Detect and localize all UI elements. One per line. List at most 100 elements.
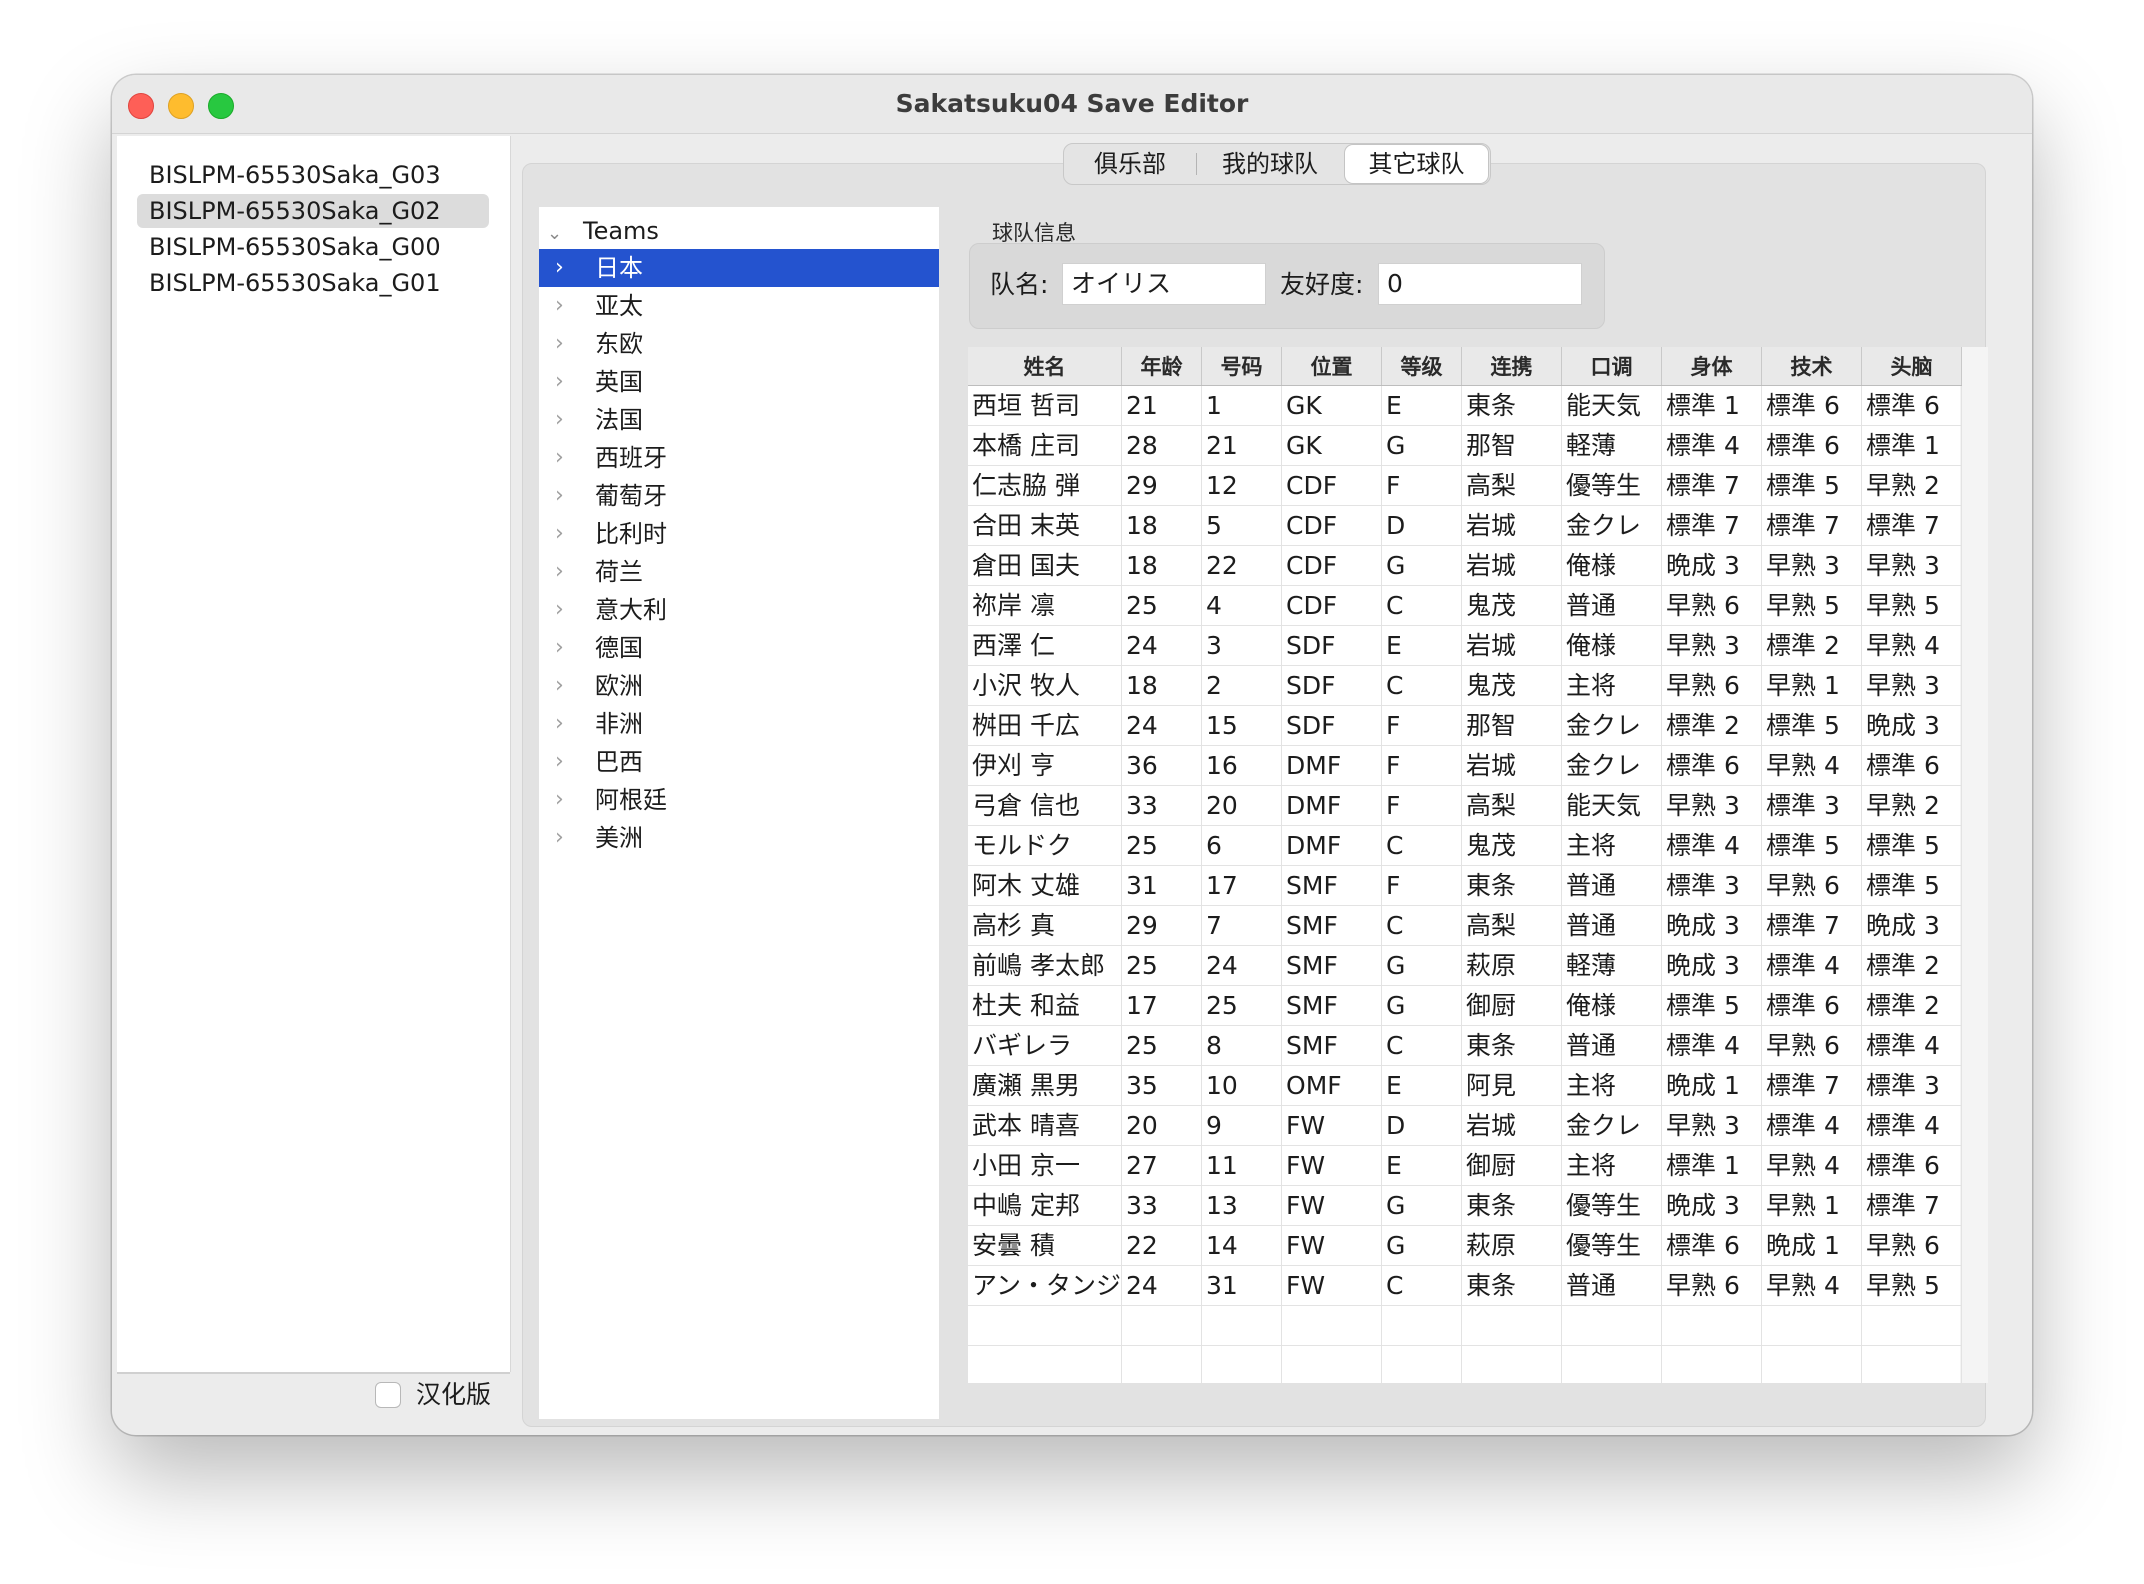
player-tone-cell[interactable]: 普通 (1561, 905, 1663, 946)
player-cooperation-cell[interactable]: 鬼茂 (1461, 585, 1563, 626)
player-technique-cell[interactable]: 標準 6 (1761, 425, 1863, 466)
player-name-cell[interactable]: 倉田 国夫 (968, 545, 1123, 586)
player-technique-cell[interactable]: 標準 3 (1761, 785, 1863, 826)
player-cooperation-cell[interactable]: 高梨 (1461, 905, 1563, 946)
localized-version-checkbox[interactable] (375, 1382, 401, 1408)
chevron-right-icon[interactable]: › (555, 553, 564, 591)
chevron-right-icon[interactable]: › (555, 401, 564, 439)
player-body-cell[interactable]: 晩成 3 (1661, 945, 1763, 986)
column-header-name[interactable]: 姓名 (968, 347, 1123, 386)
player-brain-cell[interactable]: 標準 6 (1861, 1145, 1963, 1186)
player-name-cell[interactable]: 小田 京一 (968, 1145, 1123, 1186)
player-technique-cell[interactable]: 標準 7 (1761, 505, 1863, 546)
player-position-cell[interactable]: FW (1281, 1265, 1383, 1306)
player-rank-cell[interactable]: E (1381, 1145, 1463, 1186)
player-age-cell[interactable]: 17 (1121, 985, 1203, 1026)
player-tone-cell[interactable]: 優等生 (1561, 1225, 1663, 1266)
player-brain-cell[interactable]: 早熟 5 (1861, 585, 1963, 626)
player-name-cell[interactable]: 小沢 牧人 (968, 665, 1123, 706)
player-cooperation-cell[interactable]: 岩城 (1461, 745, 1563, 786)
player-number-cell[interactable]: 13 (1201, 1185, 1283, 1226)
player-tone-cell[interactable]: 優等生 (1561, 1185, 1663, 1226)
player-tone-cell[interactable]: 普通 (1561, 585, 1663, 626)
player-number-cell[interactable]: 24 (1201, 945, 1283, 986)
player-name-cell[interactable]: 前嶋 孝太郎 (968, 945, 1123, 986)
player-technique-cell[interactable]: 早熟 3 (1761, 545, 1863, 586)
player-rank-cell[interactable]: C (1381, 1265, 1463, 1306)
player-tone-cell[interactable]: 俺様 (1561, 625, 1663, 666)
player-rank-cell[interactable]: F (1381, 745, 1463, 786)
player-body-cell[interactable]: 標準 6 (1661, 1225, 1763, 1266)
table-row[interactable]: 小田 京一 27 11 FW E 御厨 主将 標準 1 早熟 4 標準 6 (968, 1145, 1963, 1186)
file-item[interactable]: BISLPM-65530Saka_G03 (137, 158, 489, 192)
player-position-cell[interactable]: FW (1281, 1185, 1383, 1226)
player-cooperation-cell[interactable]: 鬼茂 (1461, 665, 1563, 706)
player-name-cell[interactable]: 高杉 真 (968, 905, 1123, 946)
player-brain-cell[interactable]: 標準 5 (1861, 865, 1963, 906)
player-tone-cell[interactable]: 主将 (1561, 1065, 1663, 1106)
player-technique-cell[interactable]: 標準 6 (1761, 385, 1863, 426)
player-age-cell[interactable]: 31 (1121, 865, 1203, 906)
player-body-cell[interactable]: 晩成 3 (1661, 905, 1763, 946)
player-cooperation-cell[interactable]: 高梨 (1461, 465, 1563, 506)
player-number-cell[interactable]: 14 (1201, 1225, 1283, 1266)
table-row[interactable]: 杜夫 和益 17 25 SMF G 御厨 俺様 標準 5 標準 6 標準 2 (968, 985, 1963, 1026)
tree-item[interactable]: › 荷兰 (539, 553, 939, 591)
player-body-cell[interactable]: 標準 7 (1661, 465, 1763, 506)
tree-item[interactable]: › 美洲 (539, 819, 939, 857)
table-row[interactable]: 西垣 哲司 21 1 GK E 東条 能天気 標準 1 標準 6 標準 6 (968, 385, 1963, 426)
player-position-cell[interactable]: CDF (1281, 465, 1383, 506)
player-cooperation-cell[interactable]: 萩原 (1461, 945, 1563, 986)
player-body-cell[interactable]: 標準 4 (1661, 825, 1763, 866)
tree-item[interactable]: › 欧洲 (539, 667, 939, 705)
table-row[interactable]: 弓倉 信也 33 20 DMF F 高梨 能天気 早熟 3 標準 3 早熟 2 (968, 785, 1963, 826)
player-number-cell[interactable]: 10 (1201, 1065, 1283, 1106)
tree-item[interactable]: › 德国 (539, 629, 939, 667)
table-row[interactable]: 廣瀬 黒男 35 10 OMF E 阿見 主将 晩成 1 標準 7 標準 3 (968, 1065, 1963, 1106)
player-cooperation-cell[interactable]: 御厨 (1461, 985, 1563, 1026)
player-name-cell[interactable]: 仁志脇 弾 (968, 465, 1123, 506)
player-age-cell[interactable]: 24 (1121, 1265, 1203, 1306)
player-brain-cell[interactable]: 早熟 6 (1861, 1225, 1963, 1266)
column-header-tone[interactable]: 口调 (1561, 347, 1663, 386)
player-name-cell[interactable]: 祢岸 凛 (968, 585, 1123, 626)
player-technique-cell[interactable]: 標準 7 (1761, 1065, 1863, 1106)
player-rank-cell[interactable]: E (1381, 625, 1463, 666)
player-age-cell[interactable]: 25 (1121, 825, 1203, 866)
player-body-cell[interactable]: 晩成 3 (1661, 545, 1763, 586)
chevron-right-icon[interactable]: › (555, 629, 564, 667)
chevron-right-icon[interactable]: › (555, 287, 564, 325)
player-brain-cell[interactable]: 標準 4 (1861, 1025, 1963, 1066)
player-position-cell[interactable]: DMF (1281, 785, 1383, 826)
column-header-technique[interactable]: 技术 (1761, 347, 1863, 386)
tree-item[interactable]: › 东欧 (539, 325, 939, 363)
player-number-cell[interactable]: 5 (1201, 505, 1283, 546)
player-rank-cell[interactable]: G (1381, 985, 1463, 1026)
player-name-cell[interactable]: 阿木 丈雄 (968, 865, 1123, 906)
table-row[interactable]: バギレラ 25 8 SMF C 東条 普通 標準 4 早熟 6 標準 4 (968, 1025, 1963, 1066)
tree-item[interactable]: › 亚太 (539, 287, 939, 325)
player-age-cell[interactable]: 24 (1121, 705, 1203, 746)
player-brain-cell[interactable]: 標準 7 (1861, 505, 1963, 546)
player-cooperation-cell[interactable]: 東条 (1461, 865, 1563, 906)
table-row[interactable]: 仁志脇 弾 29 12 CDF F 高梨 優等生 標準 7 標準 5 早熟 2 (968, 465, 1963, 506)
player-brain-cell[interactable]: 早熟 3 (1861, 545, 1963, 586)
player-position-cell[interactable]: SDF (1281, 625, 1383, 666)
chevron-right-icon[interactable]: › (555, 363, 564, 401)
player-age-cell[interactable]: 28 (1121, 425, 1203, 466)
player-rank-cell[interactable]: E (1381, 385, 1463, 426)
file-item[interactable]: BISLPM-65530Saka_G00 (137, 230, 489, 264)
player-cooperation-cell[interactable]: 岩城 (1461, 505, 1563, 546)
player-position-cell[interactable]: FW (1281, 1225, 1383, 1266)
table-row[interactable]: 武本 晴喜 20 9 FW D 岩城 金クレ 早熟 3 標準 4 標準 4 (968, 1105, 1963, 1146)
chevron-right-icon[interactable]: › (555, 249, 564, 287)
player-cooperation-cell[interactable]: 岩城 (1461, 545, 1563, 586)
player-name-cell[interactable]: 西垣 哲司 (968, 385, 1123, 426)
player-age-cell[interactable]: 33 (1121, 785, 1203, 826)
player-age-cell[interactable]: 36 (1121, 745, 1203, 786)
player-rank-cell[interactable]: F (1381, 785, 1463, 826)
player-technique-cell[interactable]: 晩成 1 (1761, 1225, 1863, 1266)
player-brain-cell[interactable]: 晩成 3 (1861, 705, 1963, 746)
player-cooperation-cell[interactable]: 那智 (1461, 425, 1563, 466)
player-number-cell[interactable]: 2 (1201, 665, 1283, 706)
